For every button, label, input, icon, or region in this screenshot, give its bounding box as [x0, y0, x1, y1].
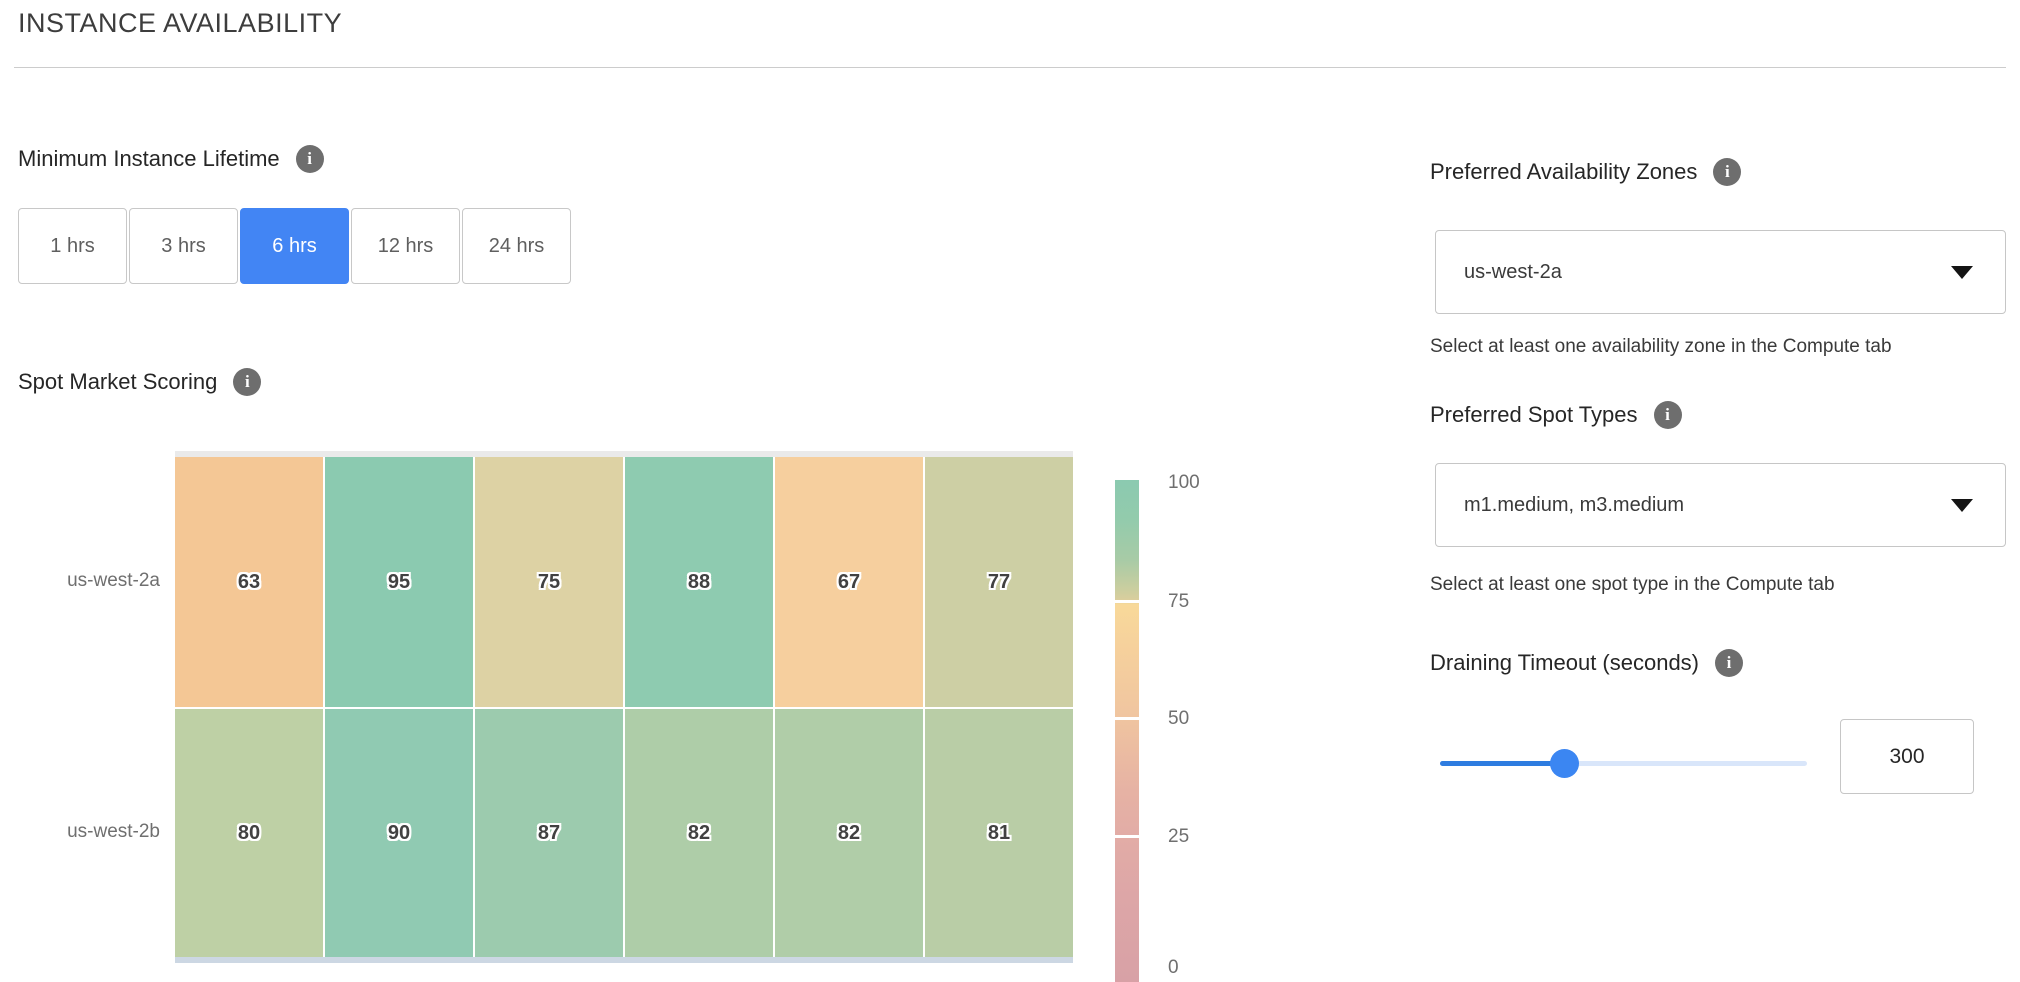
lifetime-option-3-hrs[interactable]: 3 hrs — [129, 208, 238, 284]
colorbar-tick-mark — [1115, 717, 1139, 720]
spot-types-dropdown[interactable]: m1.medium, m3.medium — [1435, 463, 2006, 547]
preferred-availability-zones-text: Preferred Availability Zones — [1430, 159, 1697, 185]
page-title: INSTANCE AVAILABILITY — [18, 8, 342, 39]
heatmap-cell-value: 82 — [838, 822, 860, 845]
colorbar-tick-75: 75 — [1168, 589, 1238, 615]
heatmap-cell-us-west-2a-col4[interactable]: 88 — [625, 457, 773, 707]
row-label-us-west-2a: us-west-2a — [20, 570, 160, 592]
info-icon[interactable]: i — [1715, 649, 1743, 677]
heatmap-cell-us-west-2b-col6[interactable]: 81 — [925, 709, 1073, 957]
heatmap-cell-us-west-2b-col1[interactable]: 80 — [175, 709, 323, 957]
preferred-availability-zones-label: Preferred Availability Zones i — [1430, 158, 1741, 186]
availability-zones-helper: Select at least one availability zone in… — [1430, 336, 1892, 358]
draining-timeout-text: Draining Timeout (seconds) — [1430, 650, 1699, 676]
colorbar — [1115, 480, 1139, 982]
heatmap-cell-value: 87 — [538, 822, 560, 845]
heatmap-cell-value: 90 — [388, 822, 410, 845]
spot-types-value: m1.medium, m3.medium — [1436, 494, 1684, 517]
heatmap-cell-value: 80 — [238, 822, 260, 845]
heatmap-cell-us-west-2b-col4[interactable]: 82 — [625, 709, 773, 957]
instance-availability-panel: INSTANCE AVAILABILITY Minimum Instance L… — [0, 0, 2020, 982]
preferred-spot-types-label: Preferred Spot Types i — [1430, 401, 1682, 429]
slider-fill — [1440, 761, 1564, 766]
row-label-us-west-2b: us-west-2b — [20, 821, 160, 843]
info-icon[interactable]: i — [1654, 401, 1682, 429]
lifetime-button-group: 1 hrs3 hrs6 hrs12 hrs24 hrs — [18, 208, 571, 284]
spot-market-scoring-text: Spot Market Scoring — [18, 369, 217, 395]
availability-zones-value: us-west-2a — [1436, 261, 1562, 284]
colorbar-tick-mark — [1115, 600, 1139, 603]
colorbar-tick-mark — [1115, 835, 1139, 838]
header-divider — [14, 67, 2006, 68]
preferred-spot-types-text: Preferred Spot Types — [1430, 402, 1638, 428]
draining-timeout-label: Draining Timeout (seconds) i — [1430, 649, 1743, 677]
heatmap-cell-us-west-2b-col2[interactable]: 90 — [325, 709, 473, 957]
lifetime-option-24-hrs[interactable]: 24 hrs — [462, 208, 571, 284]
chevron-down-icon — [1951, 499, 1973, 512]
colorbar-tick-25: 25 — [1168, 824, 1238, 850]
heatmap-cell-value: 88 — [688, 571, 710, 594]
heatmap-cell-us-west-2a-col5[interactable]: 67 — [775, 457, 923, 707]
heatmap-cell-value: 63 — [238, 571, 260, 594]
heatmap-grid: 63 95 75 88 67 77 80 90 87 82 82 81 — [175, 457, 1073, 957]
heatmap-cell-us-west-2b-col5[interactable]: 82 — [775, 709, 923, 957]
heatmap-cell-value: 75 — [538, 571, 560, 594]
colorbar-tick-50: 50 — [1168, 706, 1238, 732]
heatmap-cell-us-west-2a-col1[interactable]: 63 — [175, 457, 323, 707]
availability-zones-dropdown[interactable]: us-west-2a — [1435, 230, 2006, 314]
heatmap-cell-us-west-2a-col6[interactable]: 77 — [925, 457, 1073, 707]
heatmap-bottom-edge — [175, 957, 1073, 963]
chevron-down-icon — [1951, 266, 1973, 279]
colorbar-tick-100: 100 — [1168, 470, 1238, 496]
info-icon[interactable]: i — [233, 368, 261, 396]
heatmap-cell-value: 82 — [688, 822, 710, 845]
minimum-instance-lifetime-label: Minimum Instance Lifetime i — [18, 145, 324, 173]
heatmap-cell-us-west-2a-col2[interactable]: 95 — [325, 457, 473, 707]
lifetime-option-6-hrs[interactable]: 6 hrs — [240, 208, 349, 284]
draining-timeout-input[interactable] — [1840, 719, 1974, 794]
heatmap-cell-us-west-2a-col3[interactable]: 75 — [475, 457, 623, 707]
info-icon[interactable]: i — [296, 145, 324, 173]
spot-market-scoring-label: Spot Market Scoring i — [18, 368, 261, 396]
info-icon[interactable]: i — [1713, 158, 1741, 186]
slider-thumb[interactable] — [1550, 749, 1579, 778]
lifetime-option-1-hrs[interactable]: 1 hrs — [18, 208, 127, 284]
colorbar-tick-0: 0 — [1168, 955, 1238, 981]
spot-types-helper: Select at least one spot type in the Com… — [1430, 574, 1835, 596]
heatmap-cell-value: 77 — [988, 571, 1010, 594]
minimum-instance-lifetime-text: Minimum Instance Lifetime — [18, 146, 280, 172]
heatmap-cell-value: 67 — [838, 571, 860, 594]
heatmap-cell-value: 81 — [988, 822, 1010, 845]
draining-timeout-slider[interactable] — [1440, 761, 1807, 766]
heatmap-cell-us-west-2b-col3[interactable]: 87 — [475, 709, 623, 957]
heatmap-cell-value: 95 — [388, 571, 410, 594]
lifetime-option-12-hrs[interactable]: 12 hrs — [351, 208, 460, 284]
